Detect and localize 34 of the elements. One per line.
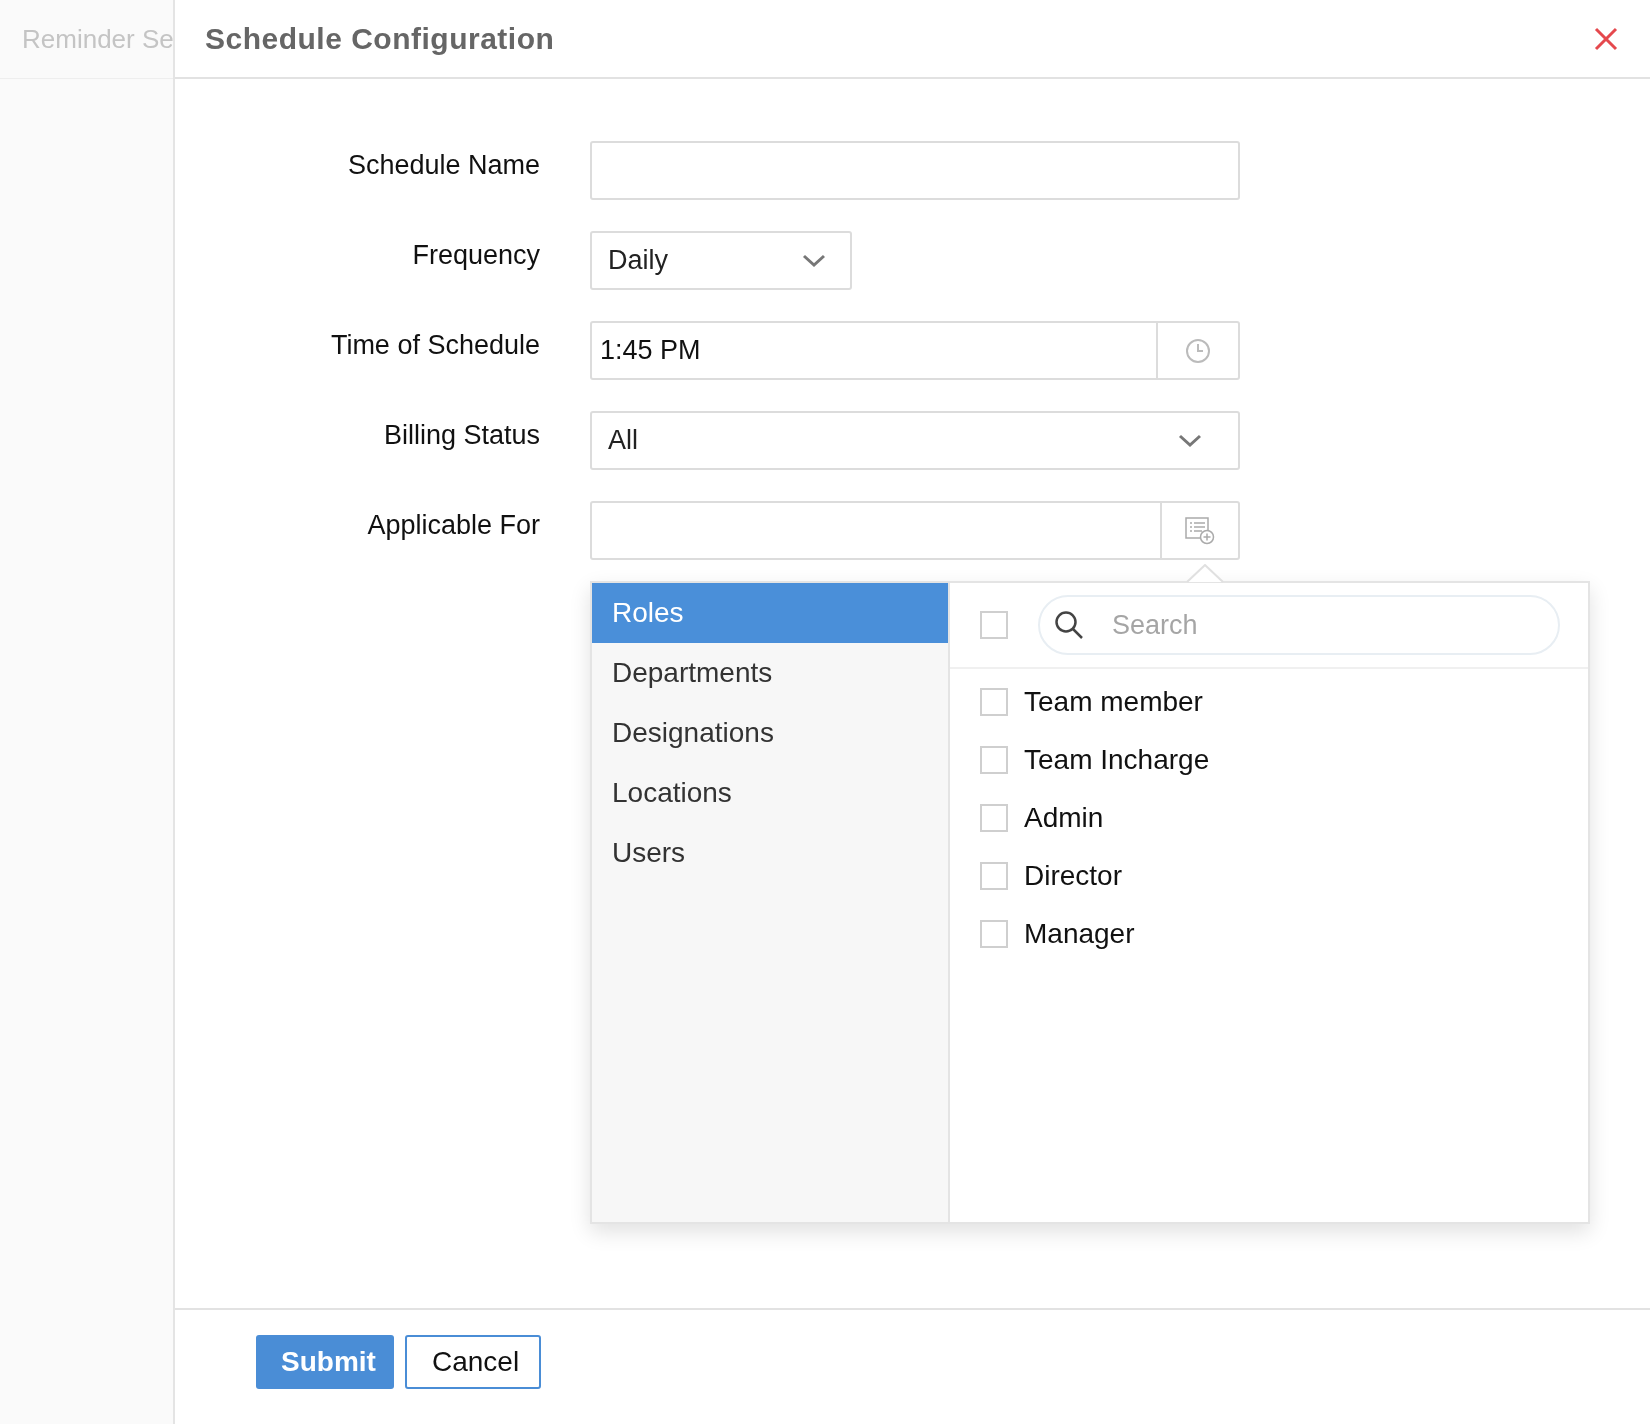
category-item[interactable]: Locations: [592, 763, 948, 823]
option-label[interactable]: Director: [1024, 855, 1122, 897]
category-item[interactable]: Departments: [592, 643, 948, 703]
checkbox[interactable]: [980, 804, 1008, 832]
option-label[interactable]: Team Incharge: [1024, 739, 1210, 781]
dialog-title: Schedule Configuration: [205, 21, 555, 57]
clock-icon[interactable]: [1185, 337, 1211, 364]
schedule-name-field[interactable]: [590, 141, 1240, 200]
close-icon: [1594, 26, 1618, 51]
cancel-button[interactable]: Cancel: [405, 1335, 541, 1389]
search-icon: [1054, 610, 1084, 640]
applicable-for-field[interactable]: [590, 501, 1240, 560]
chevron-down-icon: [1178, 433, 1202, 448]
time-field[interactable]: 1:45 PM: [590, 321, 1240, 380]
checkbox[interactable]: [980, 862, 1008, 890]
frequency-select[interactable]: Daily: [590, 231, 852, 290]
category-item[interactable]: Users: [592, 823, 948, 883]
option-label[interactable]: Manager: [1024, 913, 1135, 955]
field-label: Schedule Name: [346, 149, 541, 182]
checkbox[interactable]: [980, 688, 1008, 716]
field-label: Billing Status: [382, 419, 541, 452]
billing-status-select[interactable]: All: [590, 411, 1240, 470]
checkbox[interactable]: [980, 746, 1008, 774]
option-label[interactable]: Team member: [1024, 681, 1203, 723]
option-label[interactable]: Admin: [1024, 797, 1104, 839]
category-item[interactable]: Designations: [592, 703, 948, 763]
checkbox[interactable]: [980, 920, 1008, 948]
field-label: Time of Schedule: [329, 329, 541, 362]
list-add-icon[interactable]: [1185, 516, 1215, 545]
chevron-down-icon: [802, 253, 826, 268]
search-field[interactable]: Search: [1038, 595, 1560, 655]
field-label: Frequency: [411, 239, 541, 272]
checkbox[interactable]: [980, 611, 1008, 639]
field-label: Applicable For: [366, 509, 541, 542]
